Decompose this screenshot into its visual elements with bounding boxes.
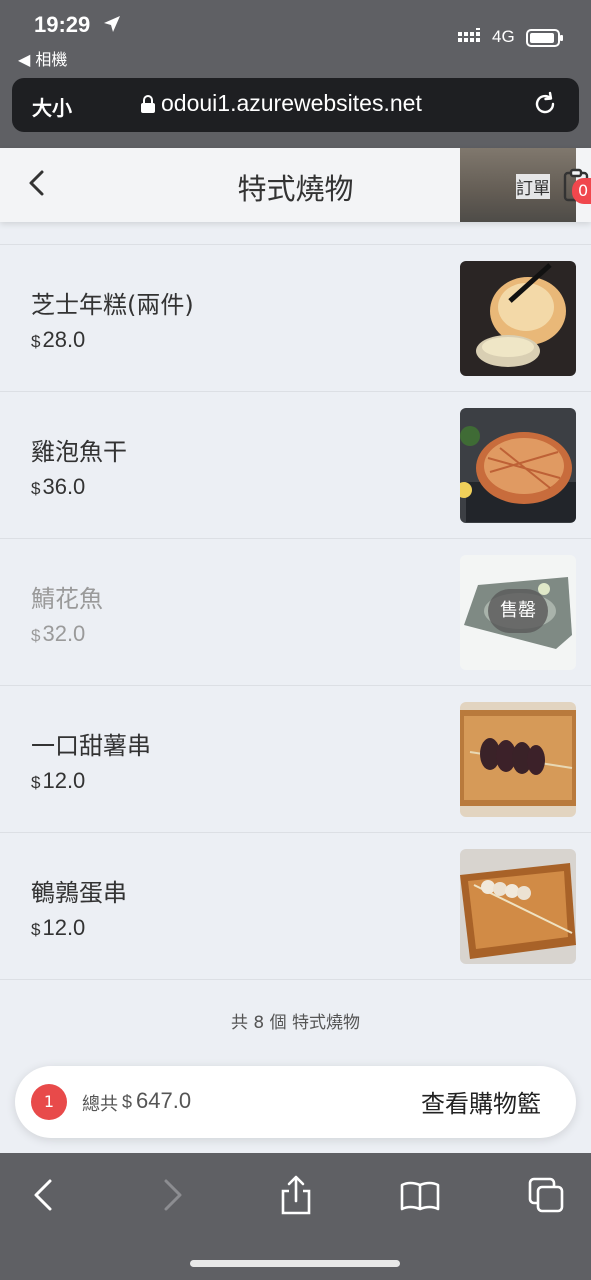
menu-item[interactable]: 雞泡魚干 $36.0: [0, 391, 591, 538]
reload-icon[interactable]: [531, 90, 559, 118]
menu-item: 鯖花魚 $32.0 售罄: [0, 538, 591, 685]
bookmarks-icon[interactable]: [400, 1175, 440, 1215]
status-bar: 19:29 ◀ 相機 4G: [0, 0, 591, 78]
cart-count-badge: 1: [31, 1084, 67, 1120]
view-cart-button[interactable]: 查看購物籃: [421, 1084, 541, 1119]
back-to-app-link[interactable]: ◀ 相機: [18, 46, 67, 70]
page-title: 特式燒物: [237, 172, 354, 206]
total-label: 總共: [82, 1094, 118, 1115]
forward-icon[interactable]: [152, 1175, 192, 1215]
lock-icon: [141, 95, 155, 113]
menu-item[interactable]: 芝士年糕(兩件) $28.0: [0, 244, 591, 391]
home-indicator: [190, 1260, 400, 1267]
cart-total: $647.0: [122, 1088, 192, 1113]
item-price: $28.0: [31, 327, 86, 352]
cart-bar[interactable]: 1 總共 $647.0 查看購物籃: [15, 1066, 576, 1138]
item-image[interactable]: [460, 849, 576, 964]
menu-list: 芝士年糕(兩件) $28.0 雞泡魚干 $36.0 鯖花魚 $32.0 售罄 一…: [0, 244, 591, 980]
text-size-button[interactable]: 大小: [32, 92, 72, 121]
item-name: 鵪鶉蛋串: [31, 879, 127, 907]
item-price: $36.0: [31, 474, 86, 499]
order-link[interactable]: 訂單: [516, 174, 550, 199]
battery-icon: [526, 29, 563, 47]
item-name: 雞泡魚干: [31, 438, 127, 466]
item-price: $12.0: [31, 915, 86, 940]
browser-address-area: 大小 odoui1.azurewebsites.net: [0, 78, 591, 148]
item-image[interactable]: [460, 408, 576, 523]
network-type: 4G: [492, 27, 515, 46]
back-icon[interactable]: [24, 1175, 64, 1215]
status-time: 19:29: [34, 12, 91, 37]
item-image[interactable]: [460, 702, 576, 817]
tabs-icon[interactable]: [526, 1175, 566, 1215]
sold-out-badge: 售罄: [488, 589, 548, 633]
menu-item[interactable]: 一口甜薯串 $12.0: [0, 685, 591, 832]
address-bar[interactable]: 大小 odoui1.azurewebsites.net: [12, 78, 579, 132]
location-arrow-icon: [104, 16, 120, 32]
signal-icon: [458, 28, 480, 42]
item-image[interactable]: [460, 261, 576, 376]
order-count-badge: 0: [572, 178, 591, 204]
list-end-divider: [0, 979, 591, 980]
item-price: $32.0: [31, 621, 86, 646]
item-price: $12.0: [31, 768, 86, 793]
item-name: 鯖花魚: [31, 585, 103, 613]
menu-item[interactable]: 鵪鶉蛋串 $12.0: [0, 832, 591, 979]
share-icon[interactable]: [276, 1175, 316, 1215]
item-count-text: 共 8 個 特式燒物: [230, 1013, 361, 1033]
item-name: 一口甜薯串: [31, 732, 151, 760]
url-text[interactable]: odoui1.azurewebsites.net: [161, 90, 422, 117]
page-header: 特式燒物 訂單: [0, 148, 591, 222]
item-name: 芝士年糕(兩件): [31, 291, 194, 319]
